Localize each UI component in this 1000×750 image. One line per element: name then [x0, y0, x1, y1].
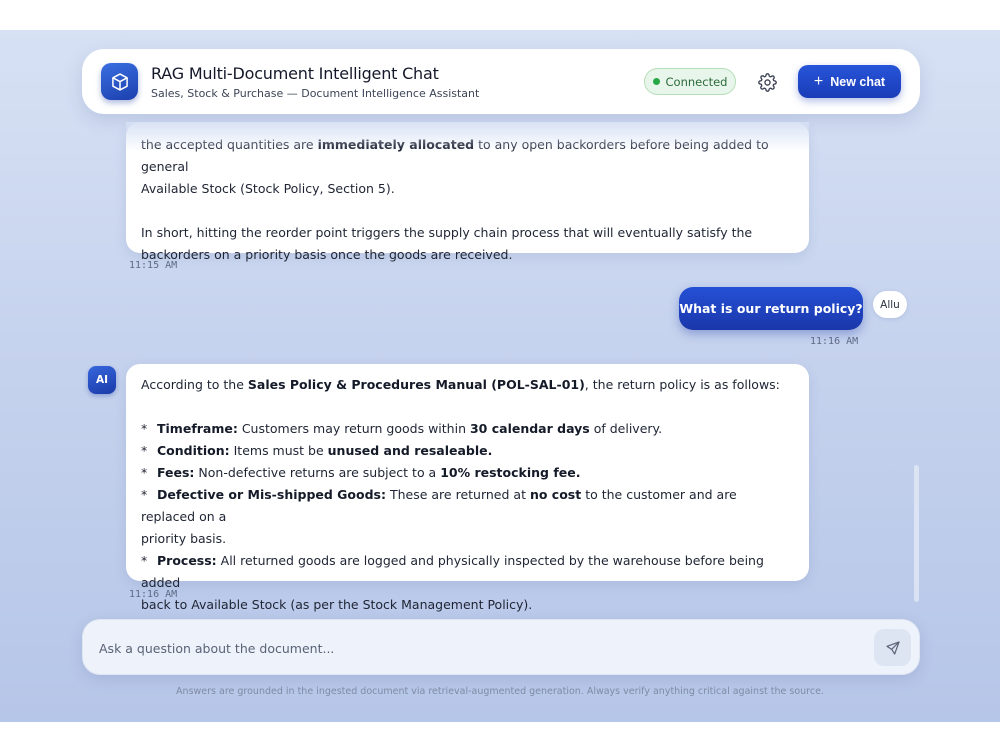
- list-item-continuation: priority basis.: [141, 531, 227, 546]
- message-text: According to the Sales Policy & Procedur…: [141, 377, 780, 392]
- scrollbar-thumb[interactable]: [914, 465, 919, 602]
- message-text: Available Stock (Stock Policy, Section 5…: [141, 181, 395, 196]
- message-text: the accepted quantities are immediately …: [141, 137, 769, 174]
- disclaimer-text: Answers are grounded in the ingested doc…: [176, 686, 824, 697]
- list-item: * Defective or Mis-shipped Goods: These a…: [141, 487, 737, 524]
- ai-message-bubble: According to the Sales Policy & Procedur…: [126, 364, 809, 612]
- user-avatar: Allu: [873, 291, 907, 318]
- send-icon: [885, 640, 900, 655]
- list-item-continuation: back to Available Stock (as per the Stoc…: [141, 597, 533, 612]
- question-input[interactable]: [99, 620, 859, 676]
- list-item: * Fees: Non-defective returns are subject…: [141, 465, 581, 480]
- user-message-bubble: What is our return policy?: [679, 287, 863, 330]
- message-text: backorders on a priority basis once the …: [141, 247, 513, 262]
- message-text: In short, hitting the reorder point trig…: [141, 225, 753, 240]
- list-item: * Condition: Items must be unused and res…: [141, 443, 493, 458]
- ai-avatar: AI: [88, 366, 116, 394]
- send-button[interactable]: [874, 629, 911, 666]
- chat-app: RAG Multi-Document Intelligent Chat Sale…: [0, 30, 1000, 722]
- message-timestamp: 11:16 AM: [129, 589, 178, 600]
- list-item: * Process: All returned goods are logged …: [141, 553, 764, 590]
- message-timestamp: 11:16 AM: [810, 336, 859, 347]
- list-item: * Timeframe: Customers may return goods w…: [141, 421, 663, 436]
- message-timestamp: 11:15 AM: [129, 260, 178, 271]
- ai-message-bubble: the accepted quantities are immediately …: [126, 122, 809, 262]
- composer: [82, 619, 920, 676]
